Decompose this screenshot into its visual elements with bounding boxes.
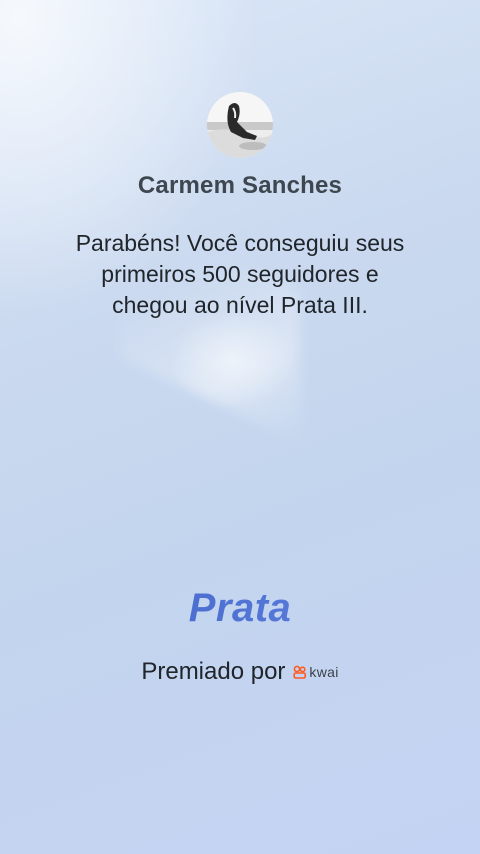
achievement-message-line: primeiros 500 seguidores e <box>101 261 379 287</box>
awarded-by: Premiado por kwai <box>0 658 480 686</box>
avatar[interactable] <box>207 92 273 158</box>
achievement-message-line: chegou ao nível Prata III. <box>112 292 368 318</box>
achievement-message: Parabéns! Você conseguiu seus primeiros … <box>40 228 440 321</box>
profile-name: Carmem Sanches <box>137 172 343 199</box>
kwai-logo: kwai <box>293 664 338 680</box>
level-title: Prata <box>0 586 480 631</box>
kwai-brand-text: kwai <box>309 664 339 680</box>
kwai-icon <box>293 665 307 679</box>
achievement-message-line: Parabéns! Você conseguiu seus <box>75 230 405 256</box>
avatar-image <box>207 92 273 158</box>
awarded-by-label: Premiado por <box>141 658 286 685</box>
